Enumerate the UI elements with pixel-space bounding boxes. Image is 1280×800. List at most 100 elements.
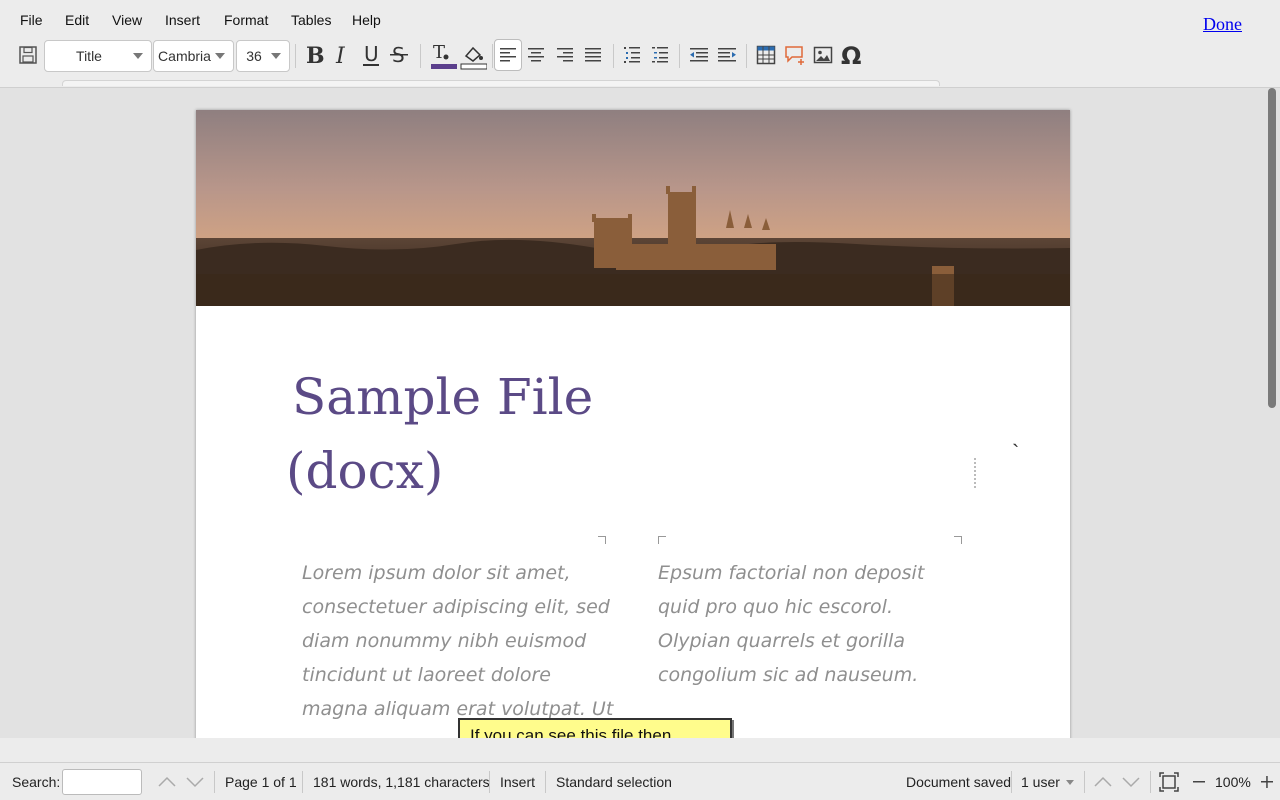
add-comment-icon [785,46,804,65]
column-corner-mark [954,536,962,544]
column-1-text[interactable]: Lorem ipsum dolor sit amet, consectetuer… [302,556,620,726]
chevron-down-icon [1066,780,1074,785]
chevron-down-icon [186,777,204,788]
bullet-list-button[interactable] [618,40,646,70]
insert-mode[interactable]: Insert [500,774,535,790]
insert-image-button[interactable] [809,40,837,70]
search-input[interactable] [62,769,142,795]
chevron-down-icon [1122,777,1140,788]
document-area[interactable]: Sample File (docx) ` Lorem ipsum dolor s… [0,87,1280,738]
search-previous-button[interactable] [156,771,178,793]
status-separator [1084,771,1085,793]
chevron-down-icon [271,53,281,59]
document-title[interactable]: Sample File (docx) [286,360,594,508]
search-next-button[interactable] [184,771,206,793]
numbered-list-icon [652,47,668,63]
menu-format[interactable]: Format [224,12,268,28]
note-text: If you can see this file then [470,726,672,738]
style-value: Title [76,48,102,64]
chevron-up-icon [158,776,176,787]
svg-text:U: U [364,42,379,66]
plus-icon [1261,776,1273,788]
svg-text:Ω: Ω [841,42,861,68]
bold-button[interactable]: B [300,40,328,70]
toolbar-separator [746,44,747,68]
menu-insert[interactable]: Insert [165,12,200,28]
save-status: Document saved [906,774,1012,790]
yellow-note-box[interactable]: If you can see this file then [458,718,732,738]
toolbar-separator [613,44,614,68]
numbered-list-button[interactable] [646,40,674,70]
indent-icon [718,48,736,62]
justify-button[interactable] [579,40,607,70]
menu-tables[interactable]: Tables [291,12,331,28]
document-page[interactable]: Sample File (docx) ` Lorem ipsum dolor s… [196,110,1070,738]
toolbar-separator [679,44,680,68]
header-photo-cathedral [196,110,1070,306]
column-2-text[interactable]: Epsum factorial non deposit quid pro quo… [658,556,958,692]
bullet-list-icon [624,47,640,63]
page-info: Page 1 of 1 [225,774,297,790]
toolbar-edge [62,80,940,86]
insert-table-button[interactable] [752,40,780,70]
done-link[interactable]: Done [1203,14,1242,35]
chevron-down-icon [133,53,143,59]
chevron-down-icon [215,53,225,59]
zoom-out-button[interactable] [1188,771,1210,793]
zoom-in-button[interactable] [1256,771,1278,793]
image-icon [813,46,833,64]
omega-icon: Ω [841,42,861,68]
toolbar-separator [492,44,493,68]
word-count: 181 words, 1,181 characters [313,774,490,790]
title-line-2: (docx) [286,442,444,500]
status-bar: Search: Page 1 of 1 181 words, 1,181 cha… [0,762,1280,800]
toolbar-separator [295,44,296,68]
highlight-color-button[interactable] [458,40,488,70]
align-justify-icon [585,48,601,62]
text-cursor-trace [974,458,976,488]
fit-page-button[interactable] [1158,771,1180,793]
italic-button[interactable]: I [328,40,356,70]
menu-help[interactable]: Help [352,12,381,28]
save-icon [19,46,37,64]
status-separator [1150,771,1151,793]
align-left-icon [500,48,516,62]
style-select[interactable]: Title [44,40,152,72]
insert-comment-button[interactable] [781,40,809,70]
outdent-icon [690,48,708,62]
minus-icon [1193,781,1205,783]
save-button[interactable] [14,40,42,70]
zoom-level: 100% [1215,774,1251,790]
search-label: Search: [12,774,61,790]
decrease-indent-button[interactable] [685,40,713,70]
title-line-1: Sample File [292,368,594,426]
svg-text:T: T [433,42,445,63]
strikethrough-button[interactable]: S [385,40,413,70]
align-center-icon [528,48,544,62]
users-dropdown[interactable]: 1 user [1021,774,1060,790]
vertical-scrollbar[interactable] [1268,88,1276,408]
font-size-select[interactable]: 36 [236,40,290,72]
font-select[interactable]: Cambria [153,40,234,72]
previous-change-button[interactable] [1092,771,1114,793]
fit-to-page-icon [1159,772,1179,792]
table-icon [756,45,776,65]
selection-mode[interactable]: Standard selection [556,774,672,790]
svg-text:B: B [306,43,325,67]
menu-view[interactable]: View [112,12,142,28]
underline-button[interactable]: U [357,40,385,70]
align-right-button[interactable] [551,40,579,70]
insert-special-character-button[interactable]: Ω [837,40,867,70]
menu-file[interactable]: File [20,12,43,28]
status-separator [489,771,490,793]
chevron-up-icon [1094,776,1112,787]
align-left-button[interactable] [494,39,522,71]
align-center-button[interactable] [522,40,550,70]
font-color-button[interactable]: T [428,40,458,70]
increase-indent-button[interactable] [713,40,741,70]
font-size-value: 36 [246,48,262,64]
menu-edit[interactable]: Edit [65,12,89,28]
font-value: Cambria [158,48,211,64]
status-separator [1011,771,1012,793]
next-change-button[interactable] [1120,771,1142,793]
